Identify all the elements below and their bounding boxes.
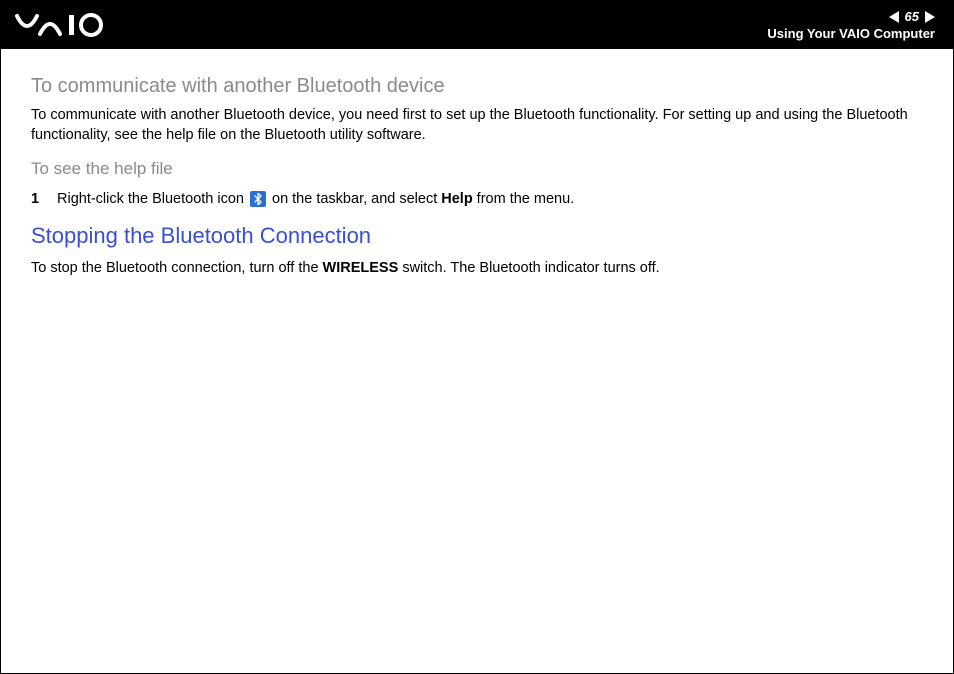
heading-help-file: To see the help file	[31, 159, 923, 179]
page-content: To communicate with another Bluetooth de…	[1, 49, 953, 313]
section-title: Using Your VAIO Computer	[767, 26, 935, 41]
heading-communicate: To communicate with another Bluetooth de…	[31, 75, 923, 98]
para-stopping-bold: WIRELESS	[323, 260, 399, 276]
page-number: 65	[905, 9, 919, 24]
header-nav: 65 Using Your VAIO Computer	[767, 9, 935, 41]
para-stopping-b: switch. The Bluetooth indicator turns of…	[402, 260, 659, 276]
step-text: Right-click the Bluetooth icon on the ta…	[57, 191, 574, 207]
step-number: 1	[31, 191, 43, 207]
para-stopping-a: To stop the Bluetooth connection, turn o…	[31, 260, 319, 276]
heading-stopping: Stopping the Bluetooth Connection	[31, 223, 923, 249]
step-text-pre: Right-click the Bluetooth icon	[57, 191, 244, 207]
logo-area	[15, 12, 125, 38]
step-text-post-b: from the menu.	[477, 191, 575, 207]
bluetooth-icon	[250, 191, 266, 207]
step-1: 1 Right-click the Bluetooth icon on the …	[31, 191, 923, 207]
next-page-arrow-icon[interactable]	[925, 11, 935, 23]
page-header: 65 Using Your VAIO Computer	[1, 1, 953, 49]
para-communicate: To communicate with another Bluetooth de…	[31, 106, 923, 145]
para-stopping: To stop the Bluetooth connection, turn o…	[31, 259, 923, 279]
vaio-logo	[15, 12, 125, 38]
step-text-bold: Help	[441, 191, 472, 207]
step-text-post-a: on the taskbar, and select	[272, 191, 437, 207]
prev-page-arrow-icon[interactable]	[889, 11, 899, 23]
